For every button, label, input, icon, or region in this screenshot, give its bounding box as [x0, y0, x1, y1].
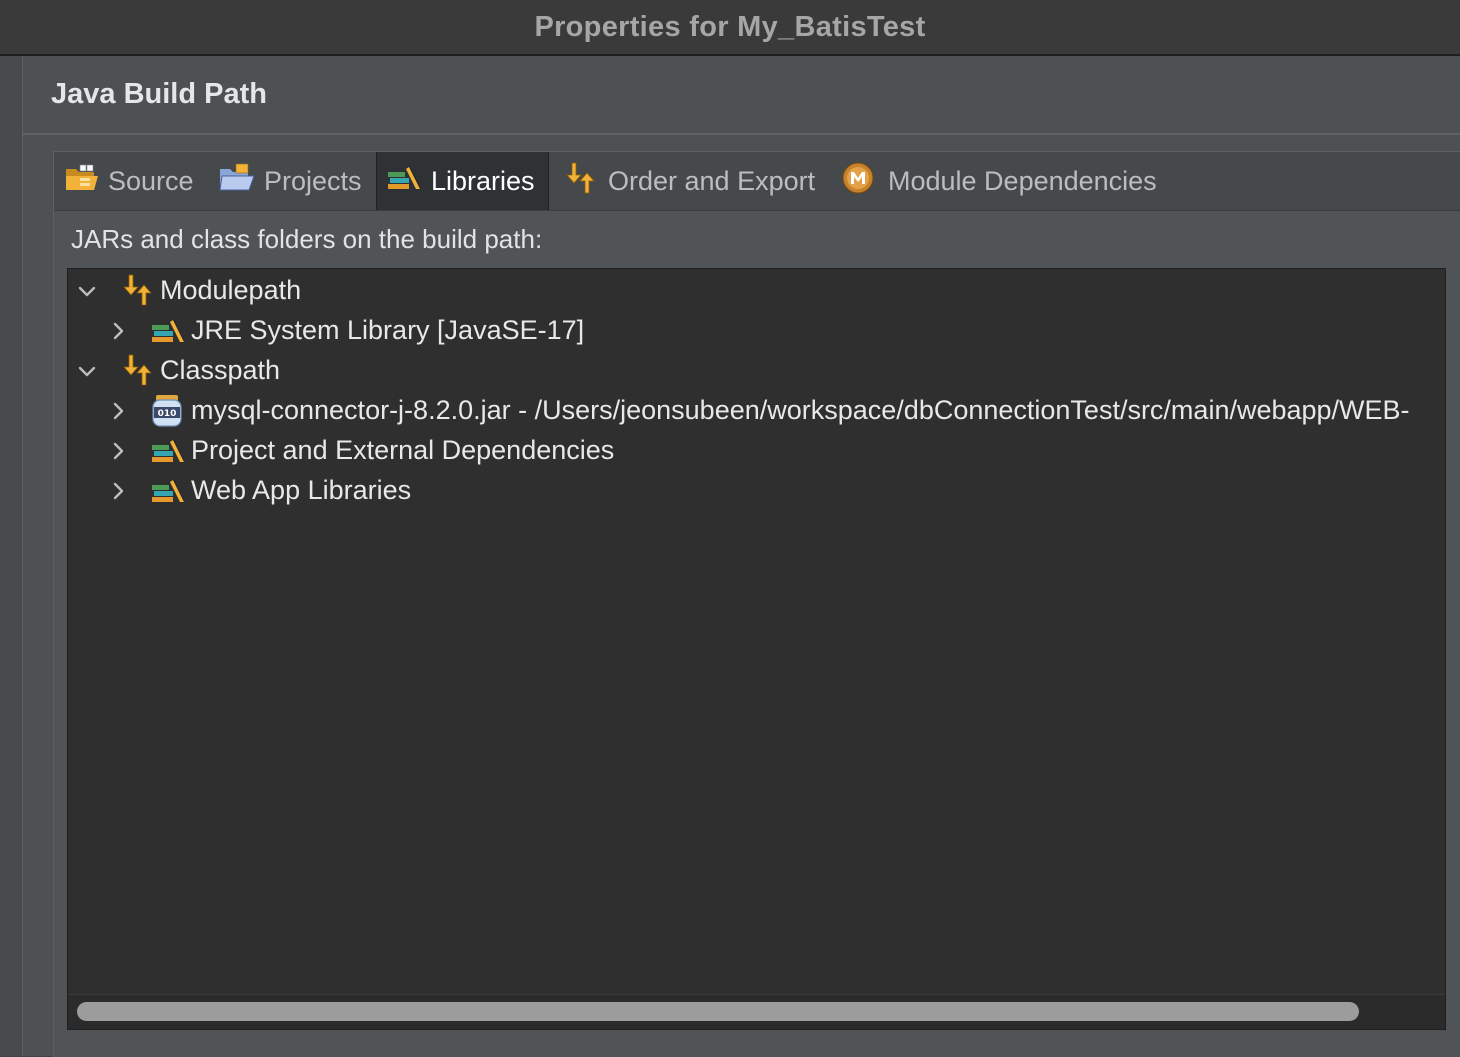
tab-libraries-label: Libraries	[431, 165, 535, 196]
page-header: Java Build Path	[23, 56, 1460, 135]
order-arrows-icon	[123, 354, 152, 386]
page-title: Java Build Path	[51, 78, 267, 110]
chevron-down-icon[interactable]	[78, 363, 96, 381]
svg-text:010: 010	[158, 409, 177, 419]
folder-source-icon	[64, 163, 100, 200]
left-pane-edge	[0, 56, 23, 1056]
tab-order-and-export-label: Order and Export	[608, 165, 816, 196]
order-arrows-icon	[562, 161, 600, 202]
build-path-tree[interactable]: Modulepath JRE System Library [JavaSE-17…	[67, 268, 1446, 1030]
tree-node-label: Classpath	[160, 355, 281, 385]
chevron-right-icon[interactable]	[110, 402, 128, 420]
library-icon	[387, 163, 423, 200]
library-icon	[152, 480, 185, 502]
tab-source-label: Source	[108, 165, 194, 196]
chevron-right-icon[interactable]	[110, 482, 128, 500]
order-arrows-icon	[123, 274, 152, 306]
tab-projects[interactable]: Projects	[218, 152, 362, 210]
chevron-right-icon[interactable]	[110, 442, 128, 460]
window-title: Properties for My_BatisTest	[534, 10, 926, 43]
module-m-icon	[842, 162, 874, 201]
tree-node-label: JRE System Library [JavaSE-17]	[191, 315, 585, 345]
jar-icon: 010	[152, 395, 182, 427]
library-icon	[152, 320, 185, 342]
properties-page: Java Build Path Source Projects Librarie…	[23, 56, 1460, 1057]
tab-order-and-export[interactable]: Order and Export	[562, 152, 815, 210]
libraries-description: JARs and class folders on the build path…	[71, 224, 543, 254]
tab-folder: Source Projects Libraries Order and Expo…	[53, 151, 1460, 1057]
tab-libraries[interactable]: Libraries	[376, 152, 549, 210]
horizontal-scrollbar[interactable]	[68, 994, 1445, 1029]
chevron-right-icon[interactable]	[110, 322, 128, 340]
tab-module-dependencies[interactable]: Module Dependencies	[842, 152, 1157, 210]
folder-projects-icon	[218, 163, 256, 200]
tab-bar: Source Projects Libraries Order and Expo…	[54, 152, 1460, 211]
tab-module-dependencies-label: Module Dependencies	[888, 165, 1157, 196]
tree-node-label: Modulepath	[160, 275, 302, 305]
chevron-down-icon[interactable]	[78, 283, 96, 301]
window-titlebar: Properties for My_BatisTest	[0, 0, 1460, 56]
tree-node-mysql-connector-jar[interactable]: 010 mysql-connector-j-8.2.0.jar - /Users…	[68, 391, 1445, 431]
library-icon	[152, 440, 185, 462]
tree-node-label: Web App Libraries	[191, 475, 412, 505]
tree-node-label: mysql-connector-j-8.2.0.jar - /Users/jeo…	[191, 395, 1410, 425]
scrollbar-thumb[interactable]	[77, 1002, 1359, 1021]
tab-projects-label: Projects	[264, 165, 362, 196]
tab-source[interactable]: Source	[64, 152, 194, 210]
tree-node-label: Project and External Dependencies	[191, 435, 615, 465]
